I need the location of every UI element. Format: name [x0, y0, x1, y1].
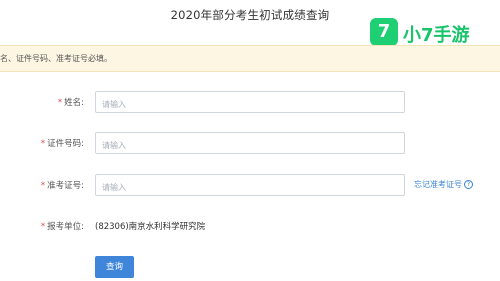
watermark-text: 小7手游: [403, 25, 470, 46]
exam-unit-row: * 报考单位: (82306)南京水利科学研究院: [0, 215, 500, 237]
required-star: *: [40, 181, 46, 191]
watermark-logo: 7 小7手游: [370, 18, 490, 48]
id-number-label: * 证件号码:: [40, 139, 84, 149]
id-number-field[interactable]: [95, 132, 405, 156]
exam-number-input[interactable]: [96, 177, 404, 198]
required-star: *: [40, 139, 46, 149]
name-field[interactable]: [95, 91, 405, 115]
exam-number-field[interactable]: [95, 174, 405, 198]
help-icon[interactable]: ?: [464, 180, 473, 189]
required-fields-notice: 名、证件号码、准考证号必填。: [0, 45, 500, 72]
required-star: *: [57, 98, 63, 108]
exam-unit-value: (82306)南京水利科学研究院: [95, 222, 206, 232]
required-star: *: [40, 222, 46, 232]
forgot-exam-number-link[interactable]: 忘记准考证号?: [414, 179, 473, 190]
exam-number-row: *准考证号: 忘记准考证号?: [0, 174, 500, 198]
name-label: * 姓名:: [57, 98, 84, 108]
exam-number-label: * 准考证号:: [40, 181, 84, 191]
id-number-row: * 证件号码:: [0, 132, 500, 156]
watermark-badge-icon: 7: [370, 18, 398, 46]
name-row: * 姓名:: [0, 91, 500, 115]
name-input[interactable]: [96, 94, 404, 115]
notice-text: 名、证件号码、准考证号必填。: [0, 54, 112, 63]
query-button[interactable]: 查询: [95, 256, 134, 278]
exam-unit-label: * 报考单位:: [40, 222, 84, 232]
id-number-input[interactable]: [96, 135, 404, 156]
